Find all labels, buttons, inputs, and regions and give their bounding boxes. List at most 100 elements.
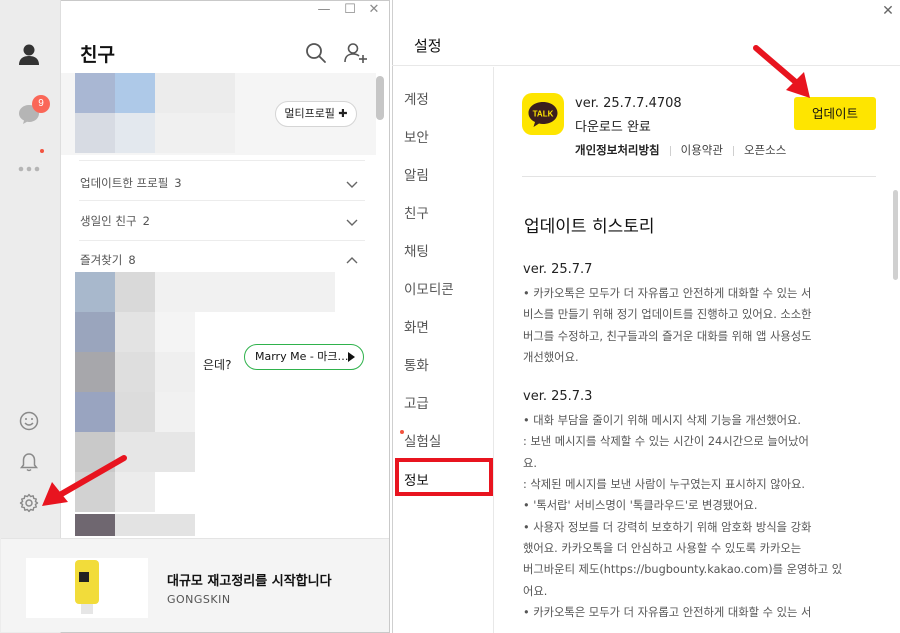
new-dot (40, 149, 44, 153)
history-line: : 보낸 메시지를 삭제할 수 있는 시간이 24시간으로 늘어났어 (523, 435, 809, 449)
profile-music-button[interactable]: Marry Me - 마크… (244, 344, 364, 370)
history-line: 버그바운티 제도(https://bugbounty.kakao.com)를 운… (523, 563, 843, 577)
add-friend-icon[interactable] (343, 40, 369, 66)
blurred-avatar (155, 73, 235, 113)
blurred-avatar (75, 514, 115, 536)
history-line: • 카카오톡은 모두가 더 자유롭고 안전하게 대화할 수 있는 서 (523, 605, 812, 619)
nav-display[interactable]: 화면 (404, 316, 429, 336)
history-entry: ver. 25.7.3 • 대화 부담을 줄이기 위해 메시지 삭제 기능을 개… (523, 389, 865, 623)
nav-labs[interactable]: 실험실 (404, 430, 441, 450)
blurred-name (115, 472, 155, 512)
section-favorites[interactable]: 즐겨찾기 8 (80, 252, 360, 272)
history-line: 어요. (523, 584, 548, 598)
blurred-name (115, 432, 195, 472)
section-updated-profiles[interactable]: 업데이트한 프로필 3 (80, 175, 360, 195)
blurred-name (155, 392, 195, 432)
ad-image (26, 558, 148, 618)
terms-link[interactable]: 이용약관 (681, 142, 723, 158)
nav-notifications[interactable]: 알림 (404, 164, 429, 184)
blurred-avatar (115, 272, 155, 312)
close-button[interactable]: ✕ (366, 2, 382, 18)
unread-badge: 9 (32, 95, 50, 113)
ad-title: 대규모 재고정리를 시작합니다 (167, 574, 332, 589)
blurred-avatar (75, 113, 115, 153)
history-line: 했어요. 카카오톡을 더 안심하고 사용할 수 있도록 카카오는 (523, 541, 802, 555)
multi-profile-button[interactable]: 멀티프로필 ✚ (275, 101, 357, 127)
person-icon (19, 44, 39, 65)
history-line: : 삭제된 메시지를 보낸 사람이 누구였는지 표시하지 않아요. (523, 478, 805, 492)
music-title: Marry Me - 마크… (255, 350, 349, 363)
nav-account[interactable]: 계정 (404, 88, 429, 108)
play-icon (348, 352, 355, 362)
search-icon[interactable] (303, 40, 329, 66)
blurred-avatar (75, 392, 115, 432)
scrollbar[interactable] (893, 190, 898, 280)
history-line: • 카카오톡은 모두가 더 자유롭고 안전하게 대화할 수 있는 서 (523, 287, 812, 300)
section-count: 8 (128, 253, 136, 267)
nav-emoticons[interactable]: 이모티콘 (404, 278, 454, 298)
nav-advanced[interactable]: 고급 (404, 392, 429, 412)
history-line: • '톡서랍' 서비스명이 '톡클라우드'로 변경됐어요. (523, 499, 758, 513)
blurred-name (155, 272, 335, 312)
minimize-button[interactable]: — (316, 2, 332, 18)
emoticon-button[interactable] (13, 405, 45, 437)
friends-tab[interactable] (13, 38, 45, 70)
history-version: ver. 25.7.3 (523, 389, 593, 405)
blurred-avatar (115, 392, 155, 432)
settings-title: 설정 (414, 37, 442, 55)
annotation-highlight-box (395, 458, 493, 496)
friend-status-message: 은데? (203, 358, 232, 372)
nav-friends[interactable]: 친구 (404, 202, 429, 222)
version-label: ver. 25.7.7.4708 (575, 96, 682, 111)
blurred-avatar (155, 113, 235, 153)
left-titlebar: — ☐ ✕ (61, 0, 390, 22)
open-source-link[interactable]: 오픈소스 (744, 142, 786, 158)
history-version: ver. 25.7.7 (523, 262, 593, 277)
divider (79, 240, 365, 241)
chevron-down-icon (346, 181, 358, 188)
product-tube-icon (75, 560, 99, 614)
bell-icon (19, 453, 39, 472)
divider (79, 160, 365, 161)
blurred-name (155, 352, 195, 392)
notification-button[interactable] (13, 446, 45, 478)
divider (79, 200, 365, 201)
blurred-avatar (75, 272, 115, 312)
blurred-avatar (75, 432, 115, 472)
section-label: 즐겨찾기 (80, 253, 123, 267)
section-label: 생일인 친구 (80, 214, 137, 228)
chevron-down-icon (346, 219, 358, 226)
more-dots-icon (18, 166, 40, 172)
privacy-policy-link[interactable]: 개인정보처리방침 (575, 142, 660, 158)
history-entry: ver. 25.7.7 • 카카오톡은 모두가 더 자유롭고 안전하게 대화할 … (523, 262, 865, 368)
history-line: • 사용자 정보를 더 강력히 보호하기 위해 암호화 방식을 강화 (523, 520, 812, 534)
more-tab[interactable] (13, 152, 45, 184)
history-line: • 대화 부담을 줄이기 위해 메시지 삭제 기능을 개선했어요. (523, 414, 802, 428)
divider (732, 145, 734, 156)
scrollbar[interactable] (376, 76, 384, 120)
update-history: ver. 25.7.7 • 카카오톡은 모두가 더 자유롭고 안전하게 대화할 … (523, 262, 865, 633)
blurred-avatar (75, 472, 115, 512)
settings-titlebar (392, 0, 900, 66)
close-icon[interactable]: ✕ (880, 3, 896, 19)
settings-button[interactable] (13, 487, 45, 519)
blurred-avatar (115, 312, 155, 352)
nav-calls[interactable]: 통화 (404, 354, 429, 374)
section-count: 2 (142, 214, 150, 228)
update-button[interactable]: 업데이트 (794, 97, 876, 130)
section-birthdays[interactable]: 생일인 친구 2 (80, 213, 360, 233)
logo-text: TALK (533, 110, 554, 119)
chevron-up-icon (346, 257, 358, 264)
section-count: 3 (174, 176, 182, 190)
blurred-avatar (115, 113, 155, 153)
nav-security[interactable]: 보안 (404, 126, 429, 146)
section-label: 업데이트한 프로필 (80, 176, 169, 190)
settings-nav (393, 67, 494, 633)
nav-chat[interactable]: 채팅 (404, 240, 429, 260)
blurred-name (155, 312, 195, 352)
blurred-avatar (75, 352, 115, 392)
download-status: 다운로드 완료 (575, 120, 651, 135)
update-history-title: 업데이트 히스토리 (524, 217, 655, 237)
maximize-button[interactable]: ☐ (342, 2, 358, 18)
blurred-avatar (75, 312, 115, 352)
